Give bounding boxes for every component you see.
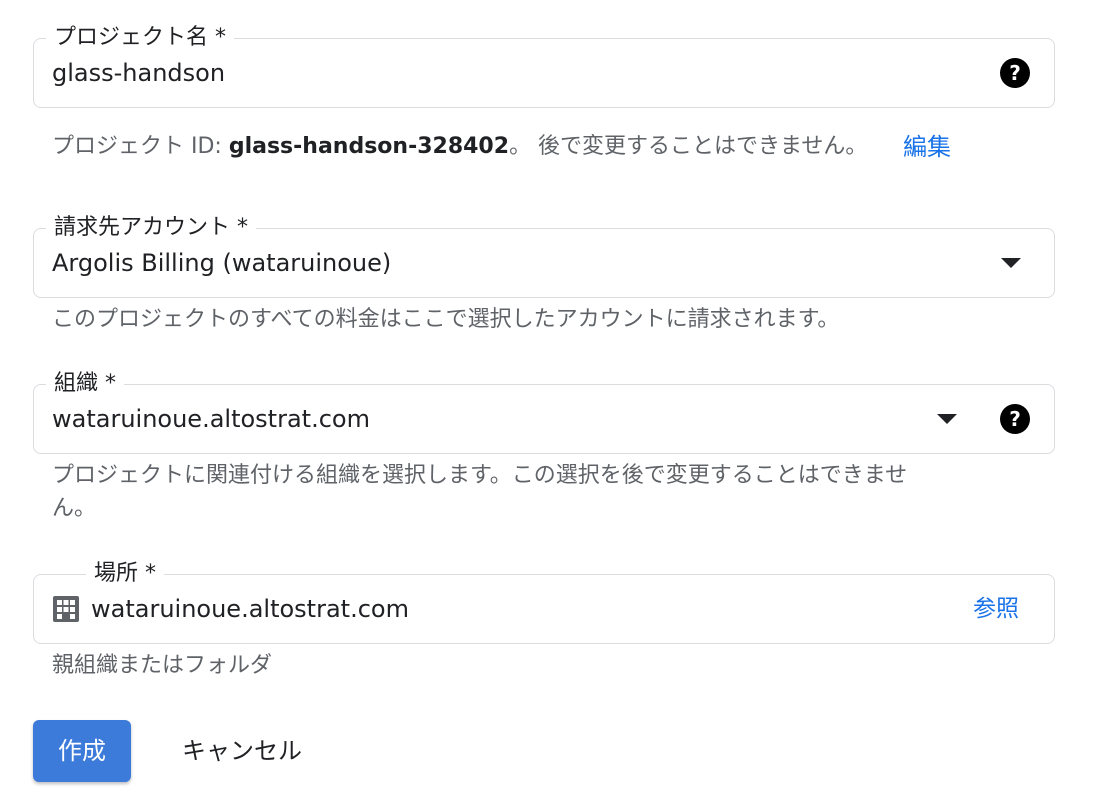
organization-select[interactable]: 組織 * wataruinoue.altostrat.com ? (33, 368, 1055, 454)
organization-hint-line1: プロジェクトに関連付ける組織を選択します。この選択を後で変更することはできませ (52, 463, 908, 488)
edit-project-id-link[interactable]: 編集 (903, 131, 951, 163)
billing-account-select[interactable]: 請求先アカウント * Argolis Billing (wataruinoue) (33, 212, 1055, 298)
organization-label: 組織 * (46, 368, 124, 400)
project-id-hint: プロジェクト ID: glass-handson-328402。 後で変更するこ… (52, 134, 868, 159)
location-value: wataruinoue.altostrat.com (91, 595, 409, 623)
project-name-label: プロジェクト名 * (46, 22, 234, 54)
dropdown-arrow-icon[interactable] (937, 414, 957, 424)
billing-account-value: Argolis Billing (wataruinoue) (52, 249, 392, 277)
cancel-button[interactable]: キャンセル (170, 720, 314, 782)
location-label: 場所 * (86, 558, 164, 590)
organization-hint-line2: ん。 (52, 496, 97, 521)
browse-link[interactable]: 参照 (973, 592, 1019, 626)
project-name-input[interactable]: glass-handson (52, 56, 225, 90)
location-hint: 親組織またはフォルダ (52, 653, 273, 678)
billing-hint: このプロジェクトのすべての料金はここで選択したアカウントに請求されます。 (52, 307, 840, 332)
project-name-field[interactable]: プロジェクト名 * glass-handson ? (33, 22, 1055, 108)
billing-account-label: 請求先アカウント * (46, 212, 256, 244)
location-field[interactable]: 場所 * wataruinoue.altostrat.com 参照 (33, 558, 1055, 644)
dropdown-arrow-icon[interactable] (1001, 258, 1021, 268)
create-button[interactable]: 作成 (33, 720, 131, 782)
organization-value: wataruinoue.altostrat.com (52, 405, 370, 433)
help-icon[interactable]: ? (1000, 404, 1030, 434)
project-id-value: glass-handson-328402 (228, 134, 510, 159)
help-icon[interactable]: ? (1000, 58, 1030, 88)
building-icon (53, 596, 79, 622)
